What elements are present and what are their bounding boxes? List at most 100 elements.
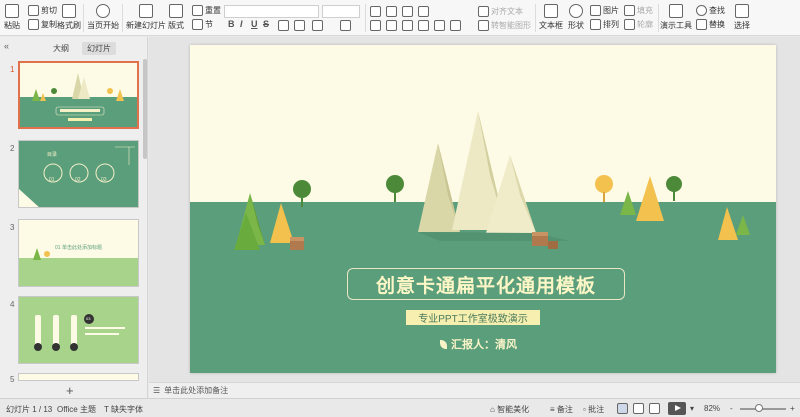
play-from-current-button[interactable]: 当页开始 <box>87 4 119 31</box>
zoom-slider-handle[interactable] <box>755 404 763 412</box>
replace-button[interactable]: 替换 <box>696 19 725 30</box>
panel-scrollbar[interactable] <box>143 59 147 159</box>
slide-thumbnail-2[interactable]: 目录 01 02 03 <box>18 140 139 208</box>
divider <box>122 4 123 32</box>
slide-thumbnail-5[interactable] <box>18 373 139 381</box>
thumbnail-art <box>19 248 138 286</box>
align-left-icon[interactable] <box>370 20 381 31</box>
text-direction-button[interactable]: 对齐文本 <box>478 6 523 17</box>
leaf-icon <box>440 339 447 349</box>
clear-format-icon[interactable] <box>340 20 351 31</box>
format-painter-button[interactable]: 格式刷 <box>57 4 81 31</box>
slide-panel: « 大纲 幻灯片 1 2 目录 01 02 03 3 01 单击此处添加标题 4… <box>0 37 148 398</box>
bullets-icon[interactable] <box>370 6 381 17</box>
thumb-label: 03 <box>101 177 107 183</box>
bold-button[interactable]: B <box>228 19 235 29</box>
paste-button[interactable]: 粘贴 <box>4 4 20 31</box>
section-icon <box>192 19 203 30</box>
slide-number: 3 <box>10 223 15 232</box>
smartart-icon <box>478 20 489 31</box>
slide-number: 5 <box>10 375 15 384</box>
zoom-level[interactable]: 82% <box>704 404 720 413</box>
box <box>532 235 548 246</box>
thumb-label: 02 <box>75 177 81 183</box>
missing-font-button[interactable]: T 缺失字体 <box>104 404 143 415</box>
presentation-tools-icon <box>669 4 683 18</box>
highlight-icon[interactable] <box>312 20 323 31</box>
justify-icon[interactable] <box>418 20 429 31</box>
collapse-panel-button[interactable]: « <box>4 41 9 51</box>
section-button[interactable]: 节 <box>192 19 213 30</box>
find-button[interactable]: 查找 <box>696 5 725 16</box>
font-family-select[interactable] <box>224 5 319 18</box>
replace-icon <box>696 19 707 30</box>
font-size-select[interactable] <box>322 5 360 18</box>
shape-icon <box>569 4 583 18</box>
scissors-icon <box>28 5 39 16</box>
italic-button[interactable]: I <box>240 19 243 29</box>
font-color-icon[interactable] <box>294 20 305 31</box>
notes-placeholder: 单击此处添加备注 <box>164 386 229 395</box>
fill-button[interactable]: 填充 <box>624 5 653 16</box>
zoom-slider[interactable] <box>740 408 786 410</box>
slide-title[interactable]: 创意卡通扁平化通用模板 <box>347 268 625 300</box>
indent-icon[interactable] <box>402 6 413 17</box>
select-button[interactable]: 选择 <box>734 4 750 31</box>
smartart-button[interactable]: 转智能图形 <box>478 20 531 31</box>
round-tree <box>293 180 311 198</box>
normal-view-icon[interactable] <box>617 403 628 414</box>
slideshow-play-button[interactable] <box>668 402 686 415</box>
play-dropdown-icon[interactable]: ▾ <box>690 404 694 413</box>
notes-bar[interactable]: ☰ 单击此处添加备注 <box>149 382 800 398</box>
tab-slides[interactable]: 幻灯片 <box>82 42 116 55</box>
sorter-view-icon[interactable] <box>633 403 644 414</box>
arrange-button[interactable]: 排列 <box>590 19 619 30</box>
beautify-icon: ⌂ <box>490 405 495 414</box>
round-tree <box>666 176 682 192</box>
thumb-label: 01 <box>49 177 55 183</box>
slide-number: 1 <box>10 65 15 74</box>
align-center-icon[interactable] <box>386 20 397 31</box>
slide-thumbnail-4[interactable]: 03 <box>18 296 139 364</box>
add-slide-button[interactable]: + <box>66 383 74 398</box>
line-spacing-icon[interactable] <box>450 20 461 31</box>
beautify-button[interactable]: ⌂ 智能美化 <box>490 404 529 415</box>
align-right-icon[interactable] <box>402 20 413 31</box>
presentation-tools-button[interactable]: 演示工具 <box>660 4 692 31</box>
outline-button[interactable]: 轮廓 <box>624 19 653 30</box>
new-slide-button[interactable]: 新建幻灯片 <box>126 4 166 31</box>
superscript-icon[interactable] <box>278 20 289 31</box>
new-slide-icon <box>139 4 153 18</box>
picture-icon <box>590 5 601 16</box>
tab-outline[interactable]: 大纲 <box>48 42 74 55</box>
status-bar: 幻灯片 1 / 13 Office 主题 T 缺失字体 ⌂ 智能美化 ≡ 备注 … <box>0 398 800 417</box>
comments-toggle[interactable]: ▫ 批注 <box>583 404 604 415</box>
reporter-text[interactable]: 汇报人：清风 <box>440 336 517 352</box>
outdent-icon[interactable] <box>418 6 429 17</box>
strike-button[interactable]: S <box>263 19 269 29</box>
shape-button[interactable]: 形状 <box>568 4 584 31</box>
underline-button[interactable]: U <box>251 19 258 29</box>
theme-name[interactable]: Office 主题 <box>57 404 96 415</box>
round-tree <box>595 175 613 193</box>
reading-view-icon[interactable] <box>649 403 660 414</box>
thumb-label: 03 <box>86 316 91 321</box>
reset-button[interactable]: 重置 <box>192 5 221 16</box>
cut-button[interactable]: 剪切 <box>28 5 57 16</box>
picture-button[interactable]: 图片 <box>590 5 619 16</box>
layout-button[interactable]: 版式 <box>168 4 184 31</box>
current-slide[interactable]: 创意卡通扁平化通用模板 专业PPT工作室极致演示 汇报人：清风 <box>190 45 776 373</box>
numbering-icon[interactable] <box>386 6 397 17</box>
divider <box>658 4 659 32</box>
zoom-out-button[interactable]: - <box>730 404 733 413</box>
slide-subtitle[interactable]: 专业PPT工作室极致演示 <box>406 310 540 325</box>
slide-thumbnail-3[interactable]: 01 单击此处添加标题 <box>18 219 139 287</box>
zoom-in-button[interactable]: + <box>790 404 795 413</box>
textbox-button[interactable]: 文本框 <box>539 4 563 31</box>
notes-toggle[interactable]: ≡ 备注 <box>550 404 573 415</box>
text-direction-icon <box>478 6 489 17</box>
distribute-icon[interactable] <box>434 20 445 31</box>
slide-number: 4 <box>10 300 15 309</box>
copy-button[interactable]: 复制 <box>28 19 57 30</box>
slide-thumbnail-1[interactable] <box>18 61 139 129</box>
